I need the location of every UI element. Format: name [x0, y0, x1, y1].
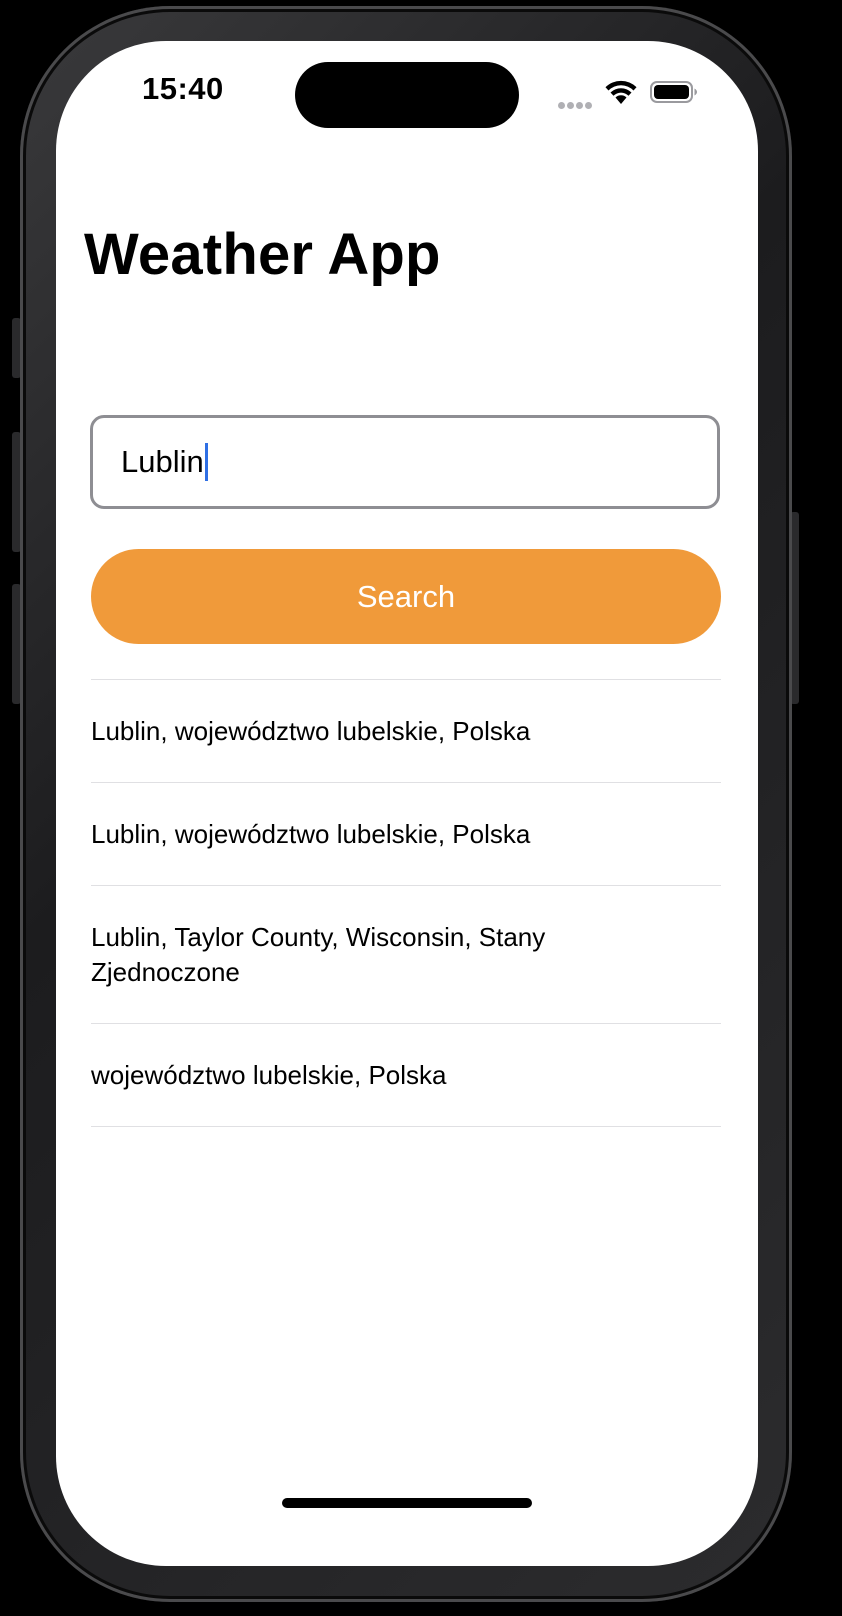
search-input[interactable]: Lublin — [90, 415, 720, 509]
dynamic-island — [295, 62, 519, 128]
battery-icon — [650, 81, 697, 103]
home-indicator[interactable] — [282, 1498, 532, 1508]
results-list: Lublin, województwo lubelskie, Polska Lu… — [91, 679, 721, 1127]
text-caret — [204, 443, 208, 481]
page-title: Weather App — [84, 222, 441, 287]
result-item[interactable]: Lublin, województwo lubelskie, Polska — [91, 783, 721, 886]
search-button[interactable]: Search — [91, 549, 721, 644]
result-item[interactable]: województwo lubelskie, Polska — [91, 1024, 721, 1127]
status-time: 15:40 — [142, 71, 224, 106]
phone-screen: 15:40 Weather App Lublin Search Lublin, … — [56, 41, 758, 1566]
cellular-icon — [558, 96, 598, 109]
result-item[interactable]: Lublin, Taylor County, Wisconsin, Stany … — [91, 886, 721, 1024]
wifi-icon — [605, 80, 637, 104]
device-stage: 15:40 Weather App Lublin Search Lublin, … — [0, 0, 842, 1616]
result-item[interactable]: Lublin, województwo lubelskie, Polska — [91, 680, 721, 783]
search-input-value: Lublin — [121, 444, 204, 479]
